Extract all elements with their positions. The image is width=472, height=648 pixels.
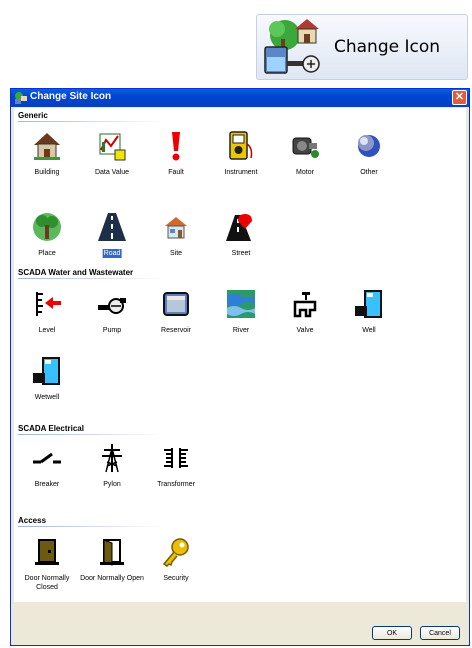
change-site-icon-dialog: Change Site Icon ✕ Generic Building Data… xyxy=(10,88,470,646)
ok-button[interactable]: OK xyxy=(372,626,412,640)
section-divider xyxy=(18,434,163,435)
icon-item-security[interactable]: Security xyxy=(144,536,208,598)
reservoir-icon xyxy=(163,292,189,316)
section-title-water: SCADA Water and Wastewater xyxy=(18,268,134,277)
key-icon xyxy=(162,538,189,567)
section-divider xyxy=(18,121,163,122)
icon-item-level[interactable]: Level xyxy=(15,288,79,350)
breaker-icon xyxy=(33,452,61,464)
well-icon xyxy=(355,290,382,318)
section-divider xyxy=(18,526,163,527)
motor-icon xyxy=(292,137,319,158)
icon-list[interactable]: Generic Building Data Value Fault Instru… xyxy=(14,108,466,602)
door-closed-icon xyxy=(35,539,59,565)
river-icon xyxy=(227,290,255,318)
small-house-icon xyxy=(165,217,187,239)
pylon-icon xyxy=(102,444,122,473)
meter-icon xyxy=(229,131,253,160)
app-icon xyxy=(15,92,27,104)
exclamation-icon xyxy=(172,132,180,161)
icon-item-motor[interactable]: Motor xyxy=(273,130,337,192)
site-building-pump-icon xyxy=(264,19,320,74)
transformer-icon xyxy=(164,448,188,468)
icon-item-site[interactable]: Site xyxy=(144,211,208,273)
icon-item-wetwell[interactable]: Wetwell xyxy=(15,355,79,417)
icon-item-breaker[interactable]: Breaker xyxy=(15,442,79,504)
icon-item-river[interactable]: River xyxy=(209,288,273,350)
icon-item-building[interactable]: Building xyxy=(15,130,79,192)
icon-item-well[interactable]: Well xyxy=(337,288,401,350)
section-title-generic: Generic xyxy=(18,111,48,120)
change-icon-button[interactable]: Change Icon xyxy=(256,14,468,80)
door-open-icon xyxy=(100,539,124,566)
data-value-icon xyxy=(99,133,126,161)
section-divider xyxy=(18,278,163,279)
valve-icon xyxy=(293,292,317,318)
close-button[interactable]: ✕ xyxy=(452,90,467,105)
tree-icon xyxy=(33,213,61,241)
icon-item-street[interactable]: Street xyxy=(209,211,273,273)
street-icon xyxy=(226,214,252,241)
dialog-title: Change Site Icon xyxy=(30,91,112,102)
icon-item-other[interactable]: Other xyxy=(337,130,401,192)
icon-item-place[interactable]: Place xyxy=(15,211,79,273)
road-icon xyxy=(98,213,126,241)
section-title-access: Access xyxy=(18,516,47,525)
icon-item-door-normally-open[interactable]: Door Normally Open xyxy=(80,536,144,598)
icon-item-road[interactable]: Road xyxy=(80,211,144,273)
icon-item-fault[interactable]: Fault xyxy=(144,130,208,192)
selected-item-label: Road xyxy=(102,249,122,258)
title-bar[interactable]: Change Site Icon ✕ xyxy=(11,89,469,107)
icon-item-valve[interactable]: Valve xyxy=(273,288,337,350)
icon-item-pump[interactable]: Pump xyxy=(80,288,144,350)
icon-item-data-value[interactable]: Data Value xyxy=(80,130,144,192)
dialog-footer: OK Cancel xyxy=(14,602,466,644)
icon-item-door-normally-closed[interactable]: Door Normally Closed xyxy=(15,536,79,598)
icon-item-instrument[interactable]: Instrument xyxy=(209,130,273,192)
cancel-button[interactable]: Cancel xyxy=(420,626,460,640)
level-icon xyxy=(36,292,61,316)
icon-item-reservoir[interactable]: Reservoir xyxy=(144,288,208,350)
close-icon: ✕ xyxy=(454,91,465,103)
house-icon xyxy=(34,133,60,160)
sphere-icon xyxy=(358,135,380,157)
section-title-electrical: SCADA Electrical xyxy=(18,424,84,433)
wetwell-icon xyxy=(33,357,60,385)
icon-item-pylon[interactable]: Pylon xyxy=(80,442,144,504)
pump-icon xyxy=(98,298,126,314)
icon-item-transformer[interactable]: Transformer xyxy=(144,442,208,504)
change-icon-label: Change Icon xyxy=(334,37,441,57)
